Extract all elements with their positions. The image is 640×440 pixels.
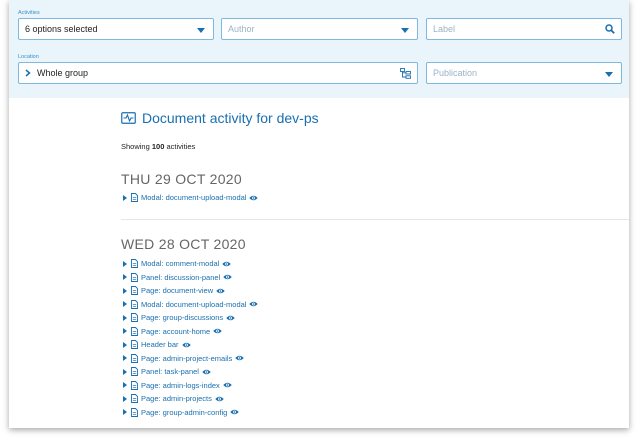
activity-item-label[interactable]: Page: group-discussions [141,313,223,322]
expand-triangle-icon[interactable] [123,314,127,321]
activity-item[interactable]: Page: group-discussions [123,311,258,325]
expand-triangle-icon[interactable] [123,301,127,308]
app-window: Activities 6 options selected Author Lab… [9,0,629,428]
eye-icon[interactable] [181,342,191,348]
activity-icon [121,112,136,124]
expand-triangle-icon[interactable] [123,287,127,294]
day-heading: THU 29 OCT 2020 [121,171,242,187]
activity-item[interactable]: Header bar [123,338,258,352]
publication-select[interactable]: Publication [426,62,622,84]
activity-item[interactable]: Page: account-home [123,325,258,339]
search-icon[interactable] [605,24,615,34]
activity-item-label[interactable]: Page: admin-project-emails [141,354,232,363]
eye-icon[interactable] [226,315,235,321]
eye-icon[interactable] [249,195,259,201]
document-icon [131,286,138,296]
showing-number: 100 [151,142,165,151]
activity-item[interactable]: Page: group-admin-config [123,406,258,420]
location-select[interactable]: Whole group [18,62,418,84]
eye-icon[interactable] [222,261,232,267]
eye-icon[interactable] [249,301,259,307]
expand-triangle-icon[interactable] [123,194,127,201]
showing-count: Showing 100 activities [121,142,195,151]
location-label: Location [18,54,39,60]
activity-item-label[interactable]: Modal: document-upload-modal [141,300,246,309]
activity-item[interactable]: Modal: comment-modal [123,257,258,271]
filter-bar: Activities 6 options selected Author Lab… [9,0,629,98]
chevron-down-icon [605,72,613,77]
document-icon [131,394,138,404]
activities-select[interactable]: 6 options selected [18,18,214,40]
eye-icon[interactable] [235,355,244,361]
document-icon [131,259,138,269]
label-placeholder: Label [433,24,456,34]
activity-item-label[interactable]: Page: admin-logs-index [141,381,220,390]
document-icon [131,367,138,377]
activity-item-label[interactable]: Page: document-view [141,286,213,295]
activity-item-label[interactable]: Page: group-admin-config [141,408,227,417]
document-icon [131,407,138,417]
document-icon [131,340,138,350]
showing-suffix: activities [166,142,196,151]
document-icon [131,326,138,336]
page-title-text: Document activity for dev-ps [142,110,319,126]
document-icon [131,299,138,309]
chevron-down-icon [197,28,205,33]
document-icon [131,353,138,363]
activity-item[interactable]: Page: admin-logs-index [123,379,258,393]
chevron-right-icon [25,69,31,77]
activity-item[interactable]: Modal: document-upload-modal [123,191,259,205]
day-heading: WED 28 OCT 2020 [121,236,246,252]
location-value: Whole group [37,68,89,78]
activities-label: Activities [18,10,40,16]
activities-value: 6 options selected [25,24,98,34]
eye-icon[interactable] [223,274,232,280]
activity-item-label[interactable]: Panel: task-panel [141,367,199,376]
activity-item-label[interactable]: Header bar [141,340,179,349]
eye-icon[interactable] [202,369,211,375]
activity-item-label[interactable]: Page: admin-projects [141,394,212,403]
activity-item[interactable]: Modal: document-upload-modal [123,298,259,312]
activity-list: Modal: comment-modal Panel: discussion-pa… [123,257,259,420]
author-placeholder: Author [228,24,255,34]
activity-item[interactable]: Page: document-view [123,284,258,298]
eye-icon[interactable] [215,396,224,402]
day-divider [121,219,629,220]
eye-icon[interactable] [216,288,225,294]
page-title: Document activity for dev-ps [121,110,319,126]
activity-item[interactable]: Page: admin-projects [123,392,258,406]
expand-triangle-icon[interactable] [123,274,127,281]
activity-item-label[interactable]: Page: account-home [141,327,210,336]
label-search-input[interactable]: Label [426,18,622,40]
expand-triangle-icon[interactable] [123,382,127,389]
activity-panel: Document activity for dev-ps Showing 100… [9,98,629,428]
eye-icon[interactable] [230,409,240,415]
expand-triangle-icon[interactable] [123,368,127,375]
document-icon [131,193,138,203]
eye-icon[interactable] [213,328,222,334]
expand-triangle-icon[interactable] [123,260,127,267]
activity-item-label[interactable]: Panel: discussion-panel [141,273,220,282]
chevron-down-icon [401,28,409,33]
document-icon [131,272,138,282]
activity-item[interactable]: Page: admin-project-emails [123,352,258,366]
activity-item-label[interactable]: Modal: comment-modal [141,259,219,268]
eye-icon[interactable] [223,382,232,388]
activity-item-label[interactable]: Modal: document-upload-modal [141,193,246,202]
showing-prefix: Showing [121,142,150,151]
author-select[interactable]: Author [221,18,418,40]
document-icon [131,380,138,390]
expand-triangle-icon[interactable] [123,341,127,348]
expand-triangle-icon[interactable] [123,395,127,402]
activity-item[interactable]: Panel: discussion-panel [123,271,258,285]
expand-triangle-icon[interactable] [123,328,127,335]
activity-item[interactable]: Panel: task-panel [123,365,258,379]
activity-list: Modal: document-upload-modal [123,191,259,205]
expand-triangle-icon[interactable] [123,355,127,362]
publication-placeholder: Publication [433,68,478,78]
document-icon [131,313,138,323]
tree-icon[interactable] [400,68,411,79]
expand-triangle-icon[interactable] [123,409,127,416]
